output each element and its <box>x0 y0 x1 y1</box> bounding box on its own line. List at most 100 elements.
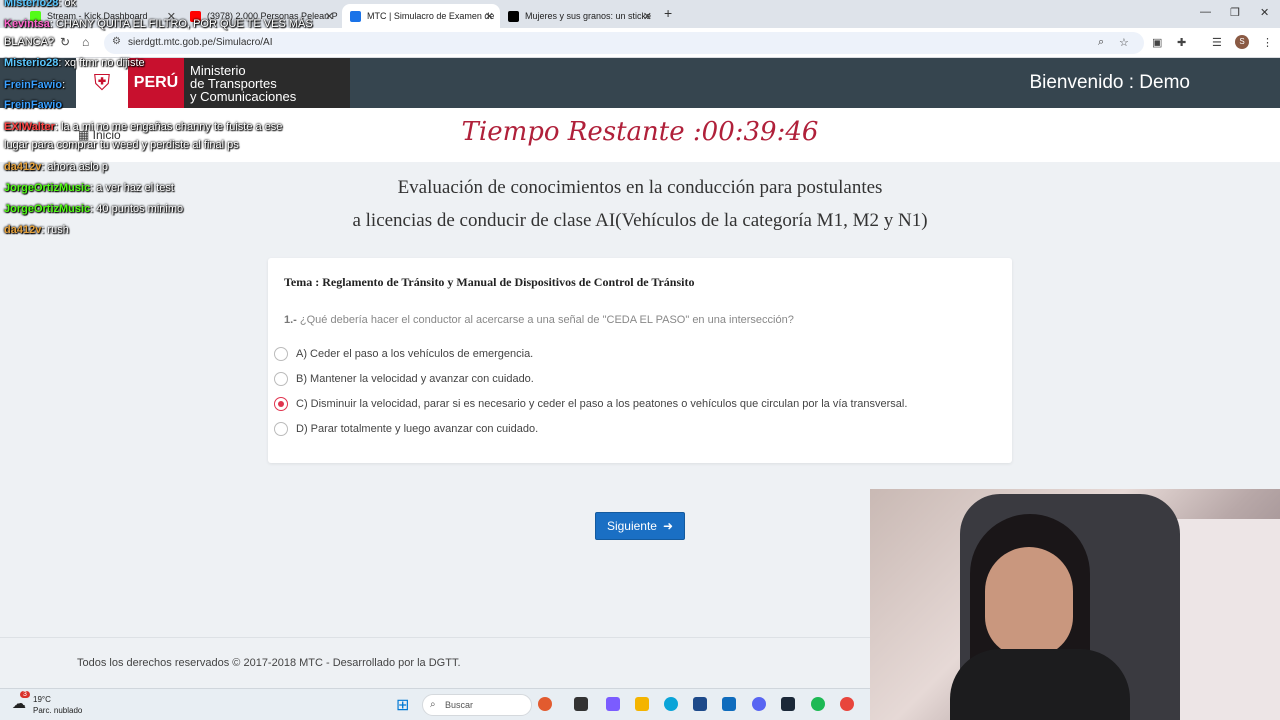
answer-option-d[interactable]: D) Parar totalmente y luego avanzar con … <box>274 422 538 436</box>
menu-icon[interactable]: ⋮ <box>1262 36 1273 49</box>
streamer-torso <box>950 649 1130 720</box>
topic-title: Tema : Reglamento de Tránsito y Manual d… <box>284 275 695 289</box>
taskbar: ☁ 3 19°C Parc. nublado ⊞ ⌕ Buscar <box>0 688 870 720</box>
chat-message: da412v: ahora aslo p <box>4 161 108 173</box>
notification-badge: 3 <box>20 691 30 698</box>
answer-option-b[interactable]: B) Mantener la velocidad y avanzar con c… <box>274 372 534 386</box>
search-placeholder: Buscar <box>445 700 474 710</box>
edge-icon[interactable] <box>664 697 678 711</box>
weather-temp: 19°C <box>33 695 51 704</box>
weather-desc: Parc. nublado <box>33 706 83 715</box>
radio-button[interactable] <box>274 372 288 386</box>
chat-text: : xq ftmr no dijiste <box>58 57 145 69</box>
chat-user: da412v <box>4 224 42 236</box>
chat-message: Misterio28: xq ftmr no dijiste <box>4 57 145 69</box>
radio-button[interactable] <box>274 347 288 361</box>
discord-icon[interactable] <box>752 697 766 711</box>
task-view-icon[interactable] <box>574 697 588 711</box>
question-text: 1.- ¿Qué debería hacer el conductor al a… <box>284 314 794 326</box>
chat-message: JorgeOrtizMusic: a ver haz el test <box>4 182 174 194</box>
arrow-right-icon: ➜ <box>662 519 674 533</box>
home-icon[interactable]: ⌂ <box>82 35 89 49</box>
close-icon[interactable]: ✕ <box>643 10 652 23</box>
chat-user: Kevintsa <box>4 18 50 30</box>
next-button[interactable]: Siguiente ➜ <box>595 512 685 540</box>
zoom-icon[interactable]: ⌕ <box>1098 36 1104 49</box>
outlook-icon[interactable] <box>722 697 736 711</box>
background-bed <box>1170 519 1280 720</box>
chat-text: lugar para comprar tu weed y perdiste al… <box>4 139 239 151</box>
question-card: Tema : Reglamento de Tránsito y Manual d… <box>268 258 1012 463</box>
chat-user: Misterio28 <box>4 0 59 9</box>
mtc-icon <box>350 10 361 22</box>
footer-text: Todos los derechos reservados © 2017-201… <box>77 657 461 669</box>
windows-start-icon[interactable]: ⊞ <box>396 695 409 715</box>
option-label: D) Parar totalmente y luego avanzar con … <box>296 423 539 435</box>
chat-text: : ok <box>58 0 77 9</box>
extensions-icon[interactable]: ✚ <box>1177 36 1186 49</box>
chat-message: FreinFawio: <box>4 79 65 91</box>
radio-button[interactable] <box>274 422 288 436</box>
reading-list-icon[interactable]: ☰ <box>1212 36 1222 49</box>
url-text: sierdgtt.mtc.gob.pe/Simulacro/AI <box>128 37 273 48</box>
radio-button-selected[interactable] <box>274 397 288 411</box>
chat-user: FreinFawio <box>4 79 63 91</box>
chat-user: JorgeOrtizMusic <box>4 182 91 194</box>
copilot-icon[interactable] <box>538 697 552 711</box>
bookmark-star-icon[interactable]: ☆ <box>1119 36 1129 49</box>
chat-user: da412v <box>4 161 42 173</box>
taskbar-search[interactable]: ⌕ Buscar <box>422 694 532 716</box>
chat-text: : la a mi no me engañas channy te fuiste… <box>54 121 283 133</box>
address-bar-row: ↻ ⌂ ⚙ sierdgtt.mtc.gob.pe/Simulacro/AI ⌕… <box>0 28 1280 58</box>
close-icon[interactable]: ✕ <box>325 10 334 23</box>
logo-line: y Comunicaciones <box>190 89 297 104</box>
footer-divider <box>0 637 870 638</box>
chat-text: : a ver haz el test <box>90 182 174 194</box>
chat-text: : rush <box>41 224 69 236</box>
new-tab-button[interactable]: + <box>664 5 672 21</box>
url-field[interactable]: ⚙ sierdgtt.mtc.gob.pe/Simulacro/AI <box>104 32 1144 54</box>
chat-message: lugar para comprar tu weed y perdiste al… <box>4 139 239 151</box>
file-explorer-icon[interactable] <box>635 697 649 711</box>
close-icon[interactable]: ✕ <box>485 10 494 23</box>
close-window-icon[interactable]: ✕ <box>1260 6 1269 19</box>
logo-ministry: Ministerio de Transportes y Comunicacion… <box>184 58 296 108</box>
site-info-icon[interactable]: ⚙ <box>112 36 121 47</box>
tiktok-icon <box>508 10 519 22</box>
minimize-icon[interactable]: — <box>1200 6 1211 18</box>
timer-bar: ▦ Inicio Tiempo Restante :00:39:46 <box>0 108 1280 162</box>
maximize-icon[interactable]: ❐ <box>1230 6 1240 19</box>
copilot-app-icon[interactable] <box>606 697 620 711</box>
chat-text: : ahora aslo p <box>41 161 108 173</box>
tab-mtc-simulacro[interactable]: MTC | Simulacro de Examen de ✕ <box>342 4 500 28</box>
next-button-label: Siguiente <box>606 519 657 533</box>
page-subtitle: a licencias de conducir de clase AI(Vehí… <box>352 210 928 231</box>
chat-user: EXIWalter <box>4 121 55 133</box>
tab-tiktok[interactable]: Mujeres y sus granos: un sticke ✕ <box>500 4 658 28</box>
chrome-icon[interactable] <box>840 697 854 711</box>
answer-option-c[interactable]: C) Disminuir la velocidad, parar si es n… <box>274 397 907 411</box>
reload-icon[interactable]: ↻ <box>60 35 70 49</box>
question-number: 1.- <box>284 314 297 326</box>
tab-title: MTC | Simulacro de Examen de <box>367 11 495 21</box>
search-icon: ⌕ <box>430 699 436 710</box>
chat-message: Misterio28: ok <box>4 0 76 9</box>
webcam-feed <box>870 489 1280 720</box>
chat-user: JorgeOrtizMusic <box>4 203 91 215</box>
screenshot-icon[interactable]: ▣ <box>1152 36 1162 49</box>
chat-text: : 40 puntos minimo <box>90 203 184 215</box>
page-title: Evaluación de conocimientos en la conduc… <box>397 177 883 198</box>
option-label: B) Mantener la velocidad y avanzar con c… <box>296 373 534 385</box>
chat-text: BLANCA? <box>4 36 55 48</box>
avatar[interactable]: S <box>1235 35 1249 49</box>
chat-user: FreinFawio <box>4 99 63 111</box>
chat-message: BLANCA? <box>4 36 54 48</box>
chat-message: da412v: rush <box>4 224 69 236</box>
store-icon[interactable] <box>693 697 707 711</box>
spotify-icon[interactable] <box>811 697 825 711</box>
steam-icon[interactable] <box>781 697 795 711</box>
chat-message: Kevintsa: CHANY QUITA EL FILTRO, POR QUE… <box>4 18 313 30</box>
chat-user: Misterio28 <box>4 57 59 69</box>
chat-text: : CHANY QUITA EL FILTRO, POR QUE TE VES … <box>49 18 313 30</box>
answer-option-a[interactable]: A) Ceder el paso a los vehículos de emer… <box>274 347 533 361</box>
